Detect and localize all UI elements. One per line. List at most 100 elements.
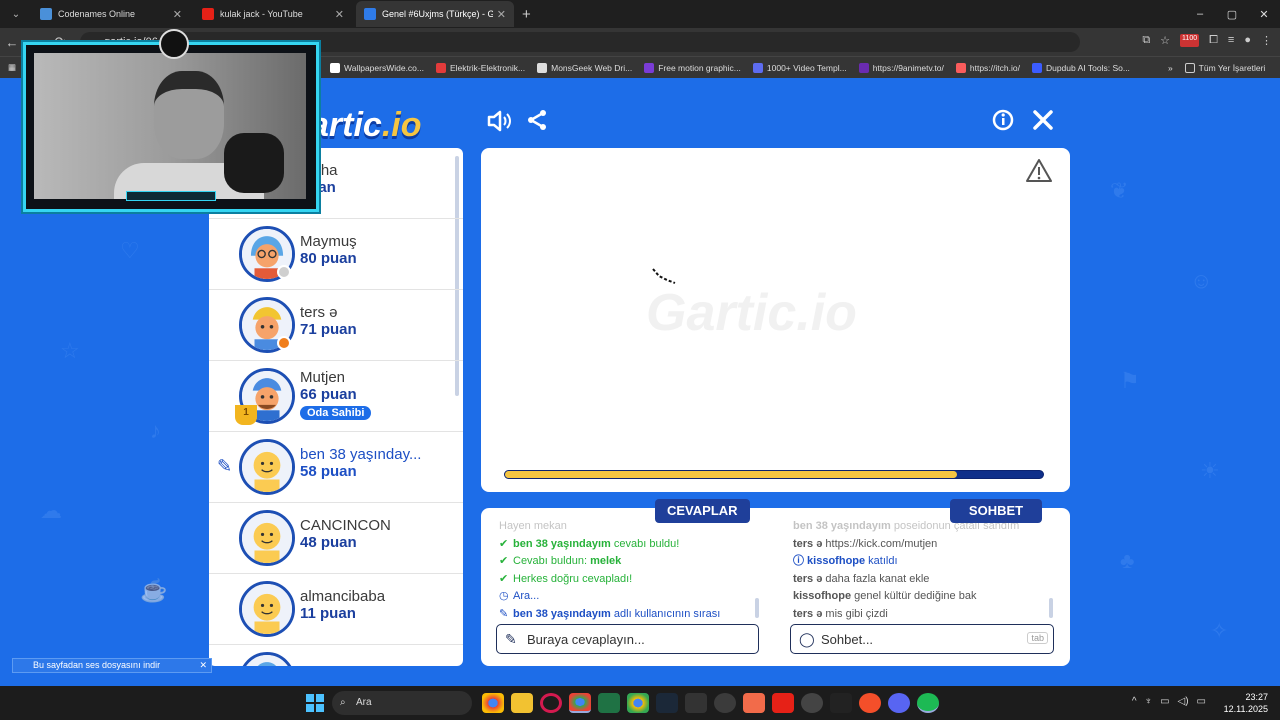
chat-line: ters ə daha fazla kanat ekle bbox=[793, 571, 1049, 589]
player-row[interactable]: almancibaba 11 puan bbox=[209, 574, 463, 645]
opera-app-icon[interactable] bbox=[540, 693, 562, 713]
windows-taskbar: ⌕ Ara ^ ♆ ▭ ◁) ▭ 23:27 12.11.2025 bbox=[0, 686, 1280, 720]
extensions-icon[interactable]: ⧠ bbox=[1209, 34, 1218, 47]
answers-scrollbar[interactable] bbox=[755, 598, 759, 618]
player-row-current-drawer[interactable]: ✎ ben 38 yaşınday... 58 puan bbox=[209, 432, 463, 503]
sun-doodle-icon: ☀ bbox=[1200, 458, 1220, 483]
close-icon[interactable]: ✕ bbox=[199, 659, 207, 672]
bookmark-item[interactable]: https://itch.io/ bbox=[955, 62, 1020, 73]
tab-search-button[interactable]: ⌄ bbox=[4, 4, 28, 24]
folder-icon bbox=[1184, 62, 1195, 73]
player-name: ben 38 yaşınday... bbox=[300, 446, 422, 463]
excel-app-icon[interactable] bbox=[598, 693, 620, 713]
tab-close-icon[interactable]: ✕ bbox=[497, 8, 506, 21]
profile-avatar-icon[interactable]: ● bbox=[1244, 34, 1251, 47]
answer-input[interactable]: ✎ Buraya cevaplayın... bbox=[496, 624, 759, 654]
network-icon[interactable]: ▭ bbox=[1160, 696, 1169, 707]
youtube-favicon-icon bbox=[202, 8, 214, 20]
close-window-button[interactable]: ✕ bbox=[1248, 0, 1280, 28]
youtube-app-icon[interactable] bbox=[772, 693, 794, 713]
player-row[interactable]: CANCINCON 48 puan bbox=[209, 503, 463, 574]
chat-text: mis gibi çizdi bbox=[822, 607, 888, 620]
taskbar-search[interactable]: ⌕ Ara bbox=[332, 691, 472, 715]
bookmark-favicon-icon bbox=[1031, 62, 1042, 73]
chatgpt-app-icon[interactable] bbox=[801, 693, 823, 713]
player-row[interactable]: 1 Mutjen 66 puan Oda Sahibi bbox=[209, 361, 463, 432]
tray-overflow-icon[interactable]: ^ bbox=[1132, 696, 1137, 707]
tab-youtube[interactable]: kulak jack - YouTube ✕ bbox=[194, 1, 352, 27]
chat-line: ben 38 yaşındayım poseidonun çatalı sand… bbox=[793, 518, 1049, 536]
player-row[interactable] bbox=[209, 645, 463, 666]
tab-close-icon[interactable]: ✕ bbox=[335, 8, 344, 21]
player-score: 66 puan bbox=[300, 386, 357, 403]
discord-app-icon[interactable] bbox=[888, 693, 910, 713]
media-icon[interactable]: ≡ bbox=[1228, 34, 1234, 47]
capcut-editor-icon[interactable] bbox=[830, 693, 852, 713]
bookmark-item[interactable]: 1000+ Video Templ... bbox=[752, 62, 847, 73]
obs-app-icon[interactable] bbox=[714, 693, 736, 713]
more-bookmarks-icon[interactable]: » bbox=[1168, 63, 1173, 73]
bookmark-item[interactable]: MonsGeek Web Dri... bbox=[537, 62, 632, 73]
player-info: almancibaba 11 puan bbox=[300, 588, 385, 622]
bookmark-item[interactable]: Free motion graphic... bbox=[644, 62, 741, 73]
timer-fill bbox=[505, 471, 957, 478]
cast-icon[interactable]: ⧉ bbox=[1142, 34, 1150, 47]
chat-text: genel kültür dediğine bak bbox=[851, 590, 977, 602]
bookmark-item[interactable]: https://9animetv.to/ bbox=[858, 62, 944, 73]
player-row[interactable]: Maymuş 80 puan bbox=[209, 219, 463, 290]
capcut-app-icon[interactable] bbox=[743, 693, 765, 713]
chat-text: daha fazla kanat ekle bbox=[822, 572, 930, 585]
drawing-canvas[interactable]: Gartic.io bbox=[481, 148, 1070, 492]
sound-icon[interactable] bbox=[486, 108, 512, 134]
tab-close-icon[interactable]: ✕ bbox=[173, 8, 182, 21]
bookmark-star-icon[interactable]: ☆ bbox=[1160, 34, 1170, 47]
chat-input[interactable]: ◯ Sohbet... tab bbox=[790, 624, 1054, 654]
back-arrow-icon[interactable]: ← bbox=[0, 35, 24, 50]
chat-scrollbar[interactable] bbox=[1049, 598, 1053, 618]
mic-icon[interactable]: ♆ bbox=[1145, 696, 1153, 707]
bookmark-item[interactable]: Dupdub AI Tools: So... bbox=[1031, 62, 1130, 73]
bookmark-favicon-icon bbox=[644, 62, 655, 73]
windows-start-icon[interactable] bbox=[306, 694, 324, 712]
taskbar-clock[interactable]: 23:27 12.11.2025 bbox=[1224, 691, 1268, 715]
info-icon[interactable] bbox=[992, 109, 1014, 131]
maximize-button[interactable]: ▢ bbox=[1216, 0, 1248, 28]
bookmark-favicon-icon bbox=[537, 62, 548, 73]
extension-badge[interactable]: 1100 bbox=[1180, 34, 1200, 47]
player-info: Mutjen 66 puan Oda Sahibi bbox=[300, 369, 372, 421]
report-warning-icon[interactable] bbox=[1026, 158, 1052, 184]
ea-app-icon[interactable] bbox=[859, 693, 881, 713]
epic-games-icon[interactable] bbox=[685, 693, 707, 713]
battery-icon[interactable]: ▭ bbox=[1197, 696, 1206, 707]
chat-user: ben 38 yaşındayım bbox=[793, 520, 891, 532]
round-timer-bar bbox=[504, 470, 1044, 479]
new-tab-button[interactable]: + bbox=[522, 6, 531, 23]
volume-icon[interactable]: ◁) bbox=[1178, 696, 1189, 707]
chrome-app-icon[interactable] bbox=[482, 693, 504, 713]
tab-codenames[interactable]: Codenames Online ✕ bbox=[32, 1, 190, 27]
bookmark-item[interactable]: WallpapersWide.co... bbox=[330, 62, 424, 73]
player-score: 11 puan bbox=[300, 605, 356, 622]
answer-line: ✔ ben 38 yaşındayım cevabı buldu! bbox=[499, 536, 759, 554]
tab-gartic[interactable]: Genel #6Uxjms (Türkçe) - Garti ✕ bbox=[356, 1, 514, 27]
answer-user: ben 38 yaşındayım bbox=[513, 607, 611, 620]
download-audio-notice[interactable]: Bu sayfadan ses dosyasını indir ✕ bbox=[12, 658, 212, 673]
close-icon[interactable] bbox=[1032, 109, 1054, 131]
chrome-profile-icon[interactable] bbox=[627, 693, 649, 713]
logo-suffix-text: .io bbox=[381, 106, 422, 144]
chat-line: ⓘ kissofhope katıldı bbox=[793, 553, 1049, 571]
system-tray: ^ ♆ ▭ ◁) ▭ bbox=[1132, 696, 1206, 707]
share-icon[interactable] bbox=[525, 108, 549, 132]
minimize-button[interactable]: – bbox=[1184, 0, 1216, 28]
all-bookmarks-folder[interactable]: Tüm Yer İşaretleri bbox=[1184, 62, 1265, 73]
spotify-app-icon[interactable] bbox=[917, 693, 939, 713]
player-row[interactable]: ters ə 71 puan bbox=[209, 290, 463, 361]
steam-app-icon[interactable] bbox=[656, 693, 678, 713]
clock-time: 23:27 bbox=[1245, 692, 1268, 702]
bookmark-label: https://9animetv.to/ bbox=[872, 62, 944, 73]
bookmark-item[interactable]: Elektrik-Elektronik... bbox=[436, 62, 525, 73]
menu-icon[interactable]: ⋮ bbox=[1261, 34, 1272, 47]
smile-doodle-icon: ☺ bbox=[1190, 268, 1213, 293]
chrome-active-app-icon[interactable] bbox=[569, 693, 591, 713]
file-explorer-icon[interactable] bbox=[511, 693, 533, 713]
